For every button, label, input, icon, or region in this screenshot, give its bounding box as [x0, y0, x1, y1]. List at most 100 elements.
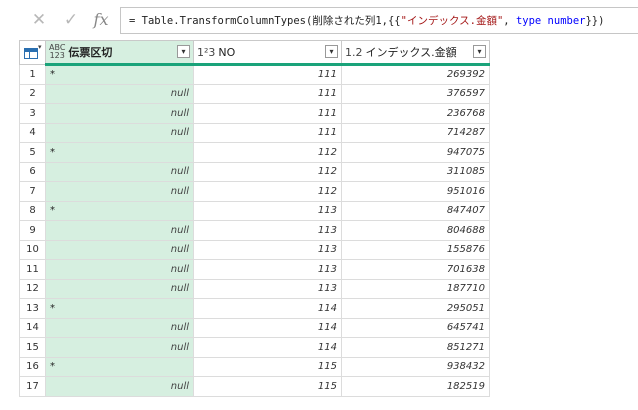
cancel-icon[interactable]: ✕ [30, 11, 48, 29]
table-row[interactable]: 15 null 114 851271 [19, 337, 490, 358]
table-row[interactable]: 16 * 115 938432 [19, 356, 490, 377]
cell-index-amount[interactable]: 155876 [341, 239, 490, 260]
cell-denpyo-kugiri[interactable]: * [45, 356, 194, 377]
cell-no[interactable]: 112 [193, 181, 342, 202]
cell-denpyo-kugiri[interactable]: null [45, 317, 194, 338]
table-menu-button[interactable]: ▾ [19, 40, 46, 65]
row-number[interactable]: 10 [19, 239, 46, 260]
row-number[interactable]: 8 [19, 200, 46, 221]
cell-index-amount[interactable]: 295051 [341, 298, 490, 319]
cell-index-amount[interactable]: 236768 [341, 103, 490, 124]
cell-index-amount[interactable]: 645741 [341, 317, 490, 338]
cell-index-amount[interactable]: 269392 [341, 64, 490, 85]
column-header-denpyo-kugiri[interactable]: ABC 123 伝票区切 ▾ [45, 40, 194, 66]
type-whole-number-icon[interactable]: 1²3 [197, 47, 215, 58]
table-row[interactable]: 1 * 111 269392 [19, 64, 490, 85]
fx-icon[interactable]: fx [92, 11, 110, 29]
cell-index-amount[interactable]: 182519 [341, 376, 490, 397]
cell-index-amount[interactable]: 947075 [341, 142, 490, 163]
cell-denpyo-kugiri[interactable]: * [45, 200, 194, 221]
commit-check-icon[interactable]: ✓ [62, 11, 80, 29]
row-number[interactable]: 16 [19, 356, 46, 377]
cell-denpyo-kugiri[interactable]: null [45, 239, 194, 260]
cell-denpyo-kugiri[interactable]: null [45, 220, 194, 241]
cell-no[interactable]: 112 [193, 142, 342, 163]
cell-no[interactable]: 114 [193, 298, 342, 319]
table-row[interactable]: 9 null 113 804688 [19, 220, 490, 241]
row-number[interactable]: 3 [19, 103, 46, 124]
row-number[interactable]: 11 [19, 259, 46, 280]
cell-denpyo-kugiri[interactable]: * [45, 64, 194, 85]
table-row[interactable]: 6 null 112 311085 [19, 161, 490, 182]
cell-index-amount[interactable]: 187710 [341, 278, 490, 299]
cell-index-amount[interactable]: 701638 [341, 259, 490, 280]
table-row[interactable]: 8 * 113 847407 [19, 200, 490, 221]
cell-no[interactable]: 113 [193, 200, 342, 221]
row-number[interactable]: 13 [19, 298, 46, 319]
cell-index-amount[interactable]: 847407 [341, 200, 490, 221]
table-row[interactable]: 12 null 113 187710 [19, 278, 490, 299]
cell-index-amount[interactable]: 714287 [341, 122, 490, 143]
table-row[interactable]: 3 null 111 236768 [19, 103, 490, 124]
column-filter-dropdown-icon[interactable]: ▾ [325, 45, 338, 58]
table-row[interactable]: 11 null 113 701638 [19, 259, 490, 280]
row-number[interactable]: 12 [19, 278, 46, 299]
table-row[interactable]: 13 * 114 295051 [19, 298, 490, 319]
cell-index-amount[interactable]: 804688 [341, 220, 490, 241]
cell-denpyo-kugiri[interactable]: null [45, 337, 194, 358]
formula-input[interactable]: = Table.TransformColumnTypes(削除された列1,{{"… [120, 7, 638, 34]
table-row[interactable]: 17 null 115 182519 [19, 376, 490, 397]
cell-index-amount[interactable]: 851271 [341, 337, 490, 358]
cell-index-amount[interactable]: 376597 [341, 83, 490, 104]
row-number[interactable]: 9 [19, 220, 46, 241]
cell-denpyo-kugiri[interactable]: null [45, 161, 194, 182]
row-number[interactable]: 7 [19, 181, 46, 202]
column-header-index-amount[interactable]: 1.2 インデックス.金額 ▾ [341, 40, 490, 66]
table-row[interactable]: 5 * 112 947075 [19, 142, 490, 163]
cell-index-amount[interactable]: 951016 [341, 181, 490, 202]
column-filter-dropdown-icon[interactable]: ▾ [473, 45, 486, 58]
table-row[interactable]: 2 null 111 376597 [19, 83, 490, 104]
type-decimal-number-icon[interactable]: 1.2 [345, 47, 363, 58]
row-number[interactable]: 4 [19, 122, 46, 143]
type-any-icon[interactable]: ABC 123 [49, 44, 65, 60]
table-row[interactable]: 14 null 114 645741 [19, 317, 490, 338]
row-number[interactable]: 6 [19, 161, 46, 182]
cell-no[interactable]: 112 [193, 161, 342, 182]
column-filter-dropdown-icon[interactable]: ▾ [177, 45, 190, 58]
cell-no[interactable]: 113 [193, 220, 342, 241]
cell-no[interactable]: 114 [193, 317, 342, 338]
cell-no[interactable]: 111 [193, 64, 342, 85]
cell-no[interactable]: 111 [193, 103, 342, 124]
cell-denpyo-kugiri[interactable]: null [45, 103, 194, 124]
cell-index-amount[interactable]: 311085 [341, 161, 490, 182]
row-number[interactable]: 2 [19, 83, 46, 104]
column-header-no[interactable]: 1²3 NO ▾ [193, 40, 342, 66]
cell-denpyo-kugiri[interactable]: null [45, 122, 194, 143]
table-row[interactable]: 7 null 112 951016 [19, 181, 490, 202]
row-number[interactable]: 17 [19, 376, 46, 397]
cell-denpyo-kugiri[interactable]: null [45, 83, 194, 104]
row-number[interactable]: 15 [19, 337, 46, 358]
row-number[interactable]: 5 [19, 142, 46, 163]
cell-denpyo-kugiri[interactable]: null [45, 259, 194, 280]
cell-no[interactable]: 113 [193, 259, 342, 280]
cell-no[interactable]: 114 [193, 337, 342, 358]
cell-denpyo-kugiri[interactable]: null [45, 181, 194, 202]
cell-no[interactable]: 115 [193, 376, 342, 397]
formula-middle: , [503, 15, 516, 27]
cell-no[interactable]: 111 [193, 122, 342, 143]
cell-denpyo-kugiri[interactable]: * [45, 298, 194, 319]
cell-no[interactable]: 113 [193, 278, 342, 299]
table-row[interactable]: 10 null 113 155876 [19, 239, 490, 260]
cell-no[interactable]: 115 [193, 356, 342, 377]
row-number[interactable]: 1 [19, 64, 46, 85]
cell-denpyo-kugiri[interactable]: null [45, 376, 194, 397]
cell-index-amount[interactable]: 938432 [341, 356, 490, 377]
table-row[interactable]: 4 null 111 714287 [19, 122, 490, 143]
row-number[interactable]: 14 [19, 317, 46, 338]
cell-no[interactable]: 113 [193, 239, 342, 260]
cell-denpyo-kugiri[interactable]: null [45, 278, 194, 299]
cell-denpyo-kugiri[interactable]: * [45, 142, 194, 163]
cell-no[interactable]: 111 [193, 83, 342, 104]
